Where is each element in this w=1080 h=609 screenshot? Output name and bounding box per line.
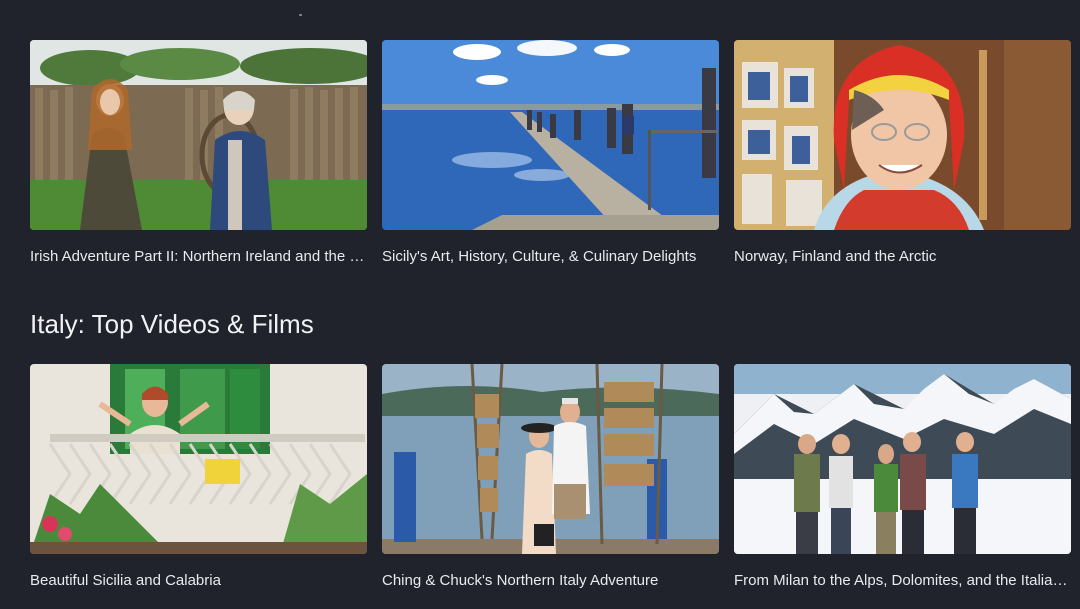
video-card-sicilia-calabria[interactable]: Beautiful Sicilia and Calabria bbox=[30, 364, 367, 591]
video-thumbnail[interactable] bbox=[734, 40, 1071, 230]
video-card-sicily-art[interactable]: Sicily's Art, History, Culture, & Culina… bbox=[382, 40, 719, 267]
video-thumbnail[interactable] bbox=[382, 40, 719, 230]
video-title[interactable]: Irish Adventure Part II: Northern Irelan… bbox=[30, 247, 367, 267]
video-title[interactable]: Norway, Finland and the Arctic bbox=[734, 247, 1071, 267]
thumbnail-image-irish bbox=[30, 40, 367, 230]
video-title[interactable]: Beautiful Sicilia and Calabria bbox=[30, 571, 367, 591]
scroll-indicator-dot bbox=[299, 14, 302, 16]
thumbnail-image-norway bbox=[734, 40, 1071, 230]
video-card-ching-chuck[interactable]: Ching & Chuck's Northern Italy Adventure bbox=[382, 364, 719, 591]
video-thumbnail[interactable] bbox=[382, 364, 719, 554]
video-title[interactable]: Sicily's Art, History, Culture, & Culina… bbox=[382, 247, 719, 267]
thumbnail-image-northern-italy bbox=[382, 364, 719, 554]
video-browse-screen: Irish Adventure Part II: Northern Irelan… bbox=[0, 0, 1080, 609]
video-title[interactable]: Ching & Chuck's Northern Italy Adventure bbox=[382, 571, 719, 591]
video-row-top: Irish Adventure Part II: Northern Irelan… bbox=[30, 40, 1072, 267]
thumbnail-image-sicily bbox=[382, 40, 719, 230]
video-thumbnail[interactable] bbox=[30, 364, 367, 554]
video-card-norway-finland[interactable]: Norway, Finland and the Arctic bbox=[734, 40, 1071, 267]
video-thumbnail[interactable] bbox=[734, 364, 1071, 554]
video-title[interactable]: From Milan to the Alps, Dolomites, and t… bbox=[734, 571, 1071, 591]
video-thumbnail[interactable] bbox=[30, 40, 367, 230]
section-heading: Italy: Top Videos & Films bbox=[30, 309, 314, 339]
video-row-italy: Beautiful Sicilia and Calabria Ching & C… bbox=[30, 364, 1072, 591]
thumbnail-image-sicilia-calabria bbox=[30, 364, 367, 554]
video-card-irish-adventure[interactable]: Irish Adventure Part II: Northern Irelan… bbox=[30, 40, 367, 267]
video-card-milan-alps[interactable]: From Milan to the Alps, Dolomites, and t… bbox=[734, 364, 1071, 591]
thumbnail-image-alps bbox=[734, 364, 1071, 554]
